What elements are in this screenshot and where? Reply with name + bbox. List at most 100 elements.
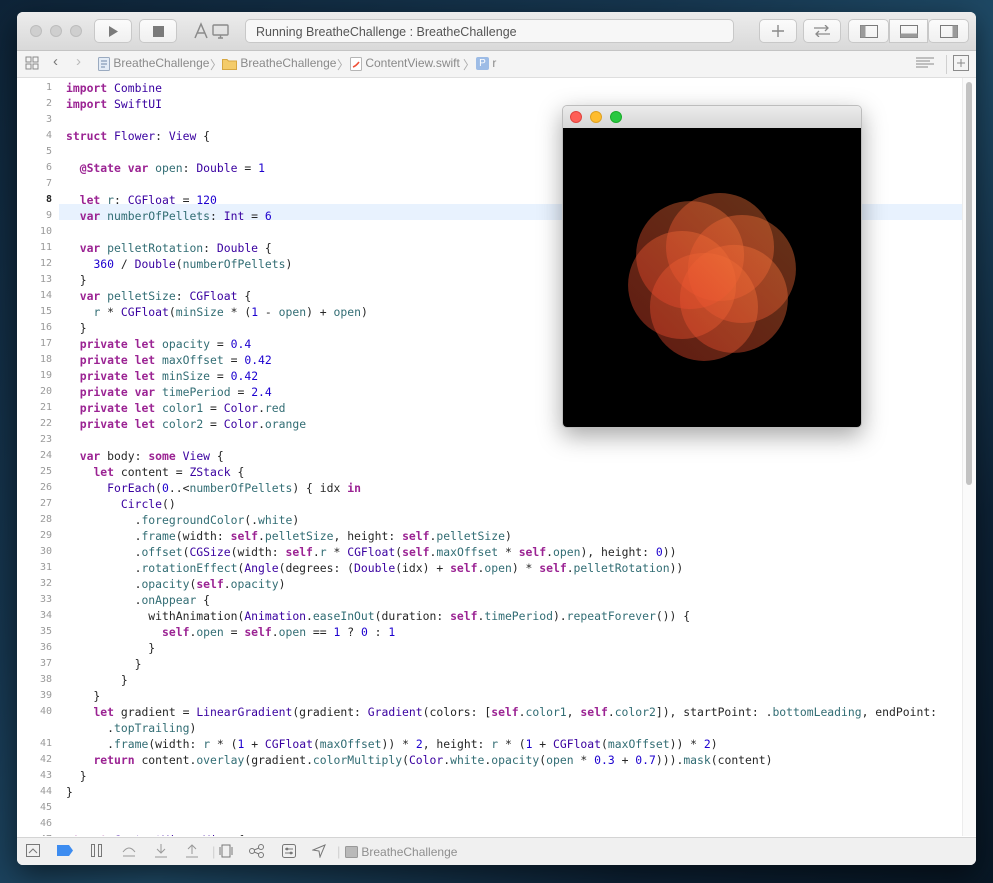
minimize-window-button[interactable] (590, 111, 602, 123)
editor-options-icon[interactable] (916, 56, 934, 73)
debug-target[interactable]: BreatheChallenge (345, 845, 457, 859)
related-items-icon[interactable] (25, 56, 39, 73)
line-number: 19 (39, 370, 52, 381)
run-button[interactable] (94, 19, 132, 43)
hide-debug-area-icon[interactable] (26, 844, 40, 860)
stop-button[interactable] (139, 19, 177, 43)
zoom-window-button[interactable] (610, 111, 622, 123)
navigator-toggle-button[interactable] (848, 19, 889, 43)
forward-arrow-icon[interactable]: › (76, 53, 81, 70)
code-line[interactable]: .rotationEffect(Angle(degrees: (Double(i… (66, 560, 684, 576)
line-number: 43 (39, 770, 52, 781)
scrollbar-thumb[interactable] (966, 82, 972, 485)
breadcrumb-project[interactable]: BreatheChallenge (98, 56, 209, 71)
line-number: 44 (39, 786, 52, 797)
project-file-icon (98, 56, 110, 71)
minimize-window-button[interactable] (50, 25, 62, 37)
line-number: 30 (39, 546, 52, 557)
code-line[interactable]: } (66, 320, 87, 336)
code-line[interactable]: .frame(width: r * (1 + CGFloat(maxOffset… (66, 736, 717, 752)
line-number: 29 (39, 530, 52, 541)
code-line[interactable]: } (66, 672, 128, 688)
line-number: 39 (39, 690, 52, 701)
line-number: 15 (39, 306, 52, 317)
code-line[interactable]: return content.overlay(gradient.colorMul… (66, 752, 772, 768)
code-line[interactable]: .offset(CGSize(width: self.r * CGFloat(s… (66, 544, 677, 560)
step-out-icon[interactable] (185, 844, 199, 861)
library-button[interactable] (759, 19, 797, 43)
line-number: 36 (39, 642, 52, 653)
code-line[interactable]: var body: some View { (66, 448, 224, 464)
add-editor-icon[interactable] (946, 55, 969, 74)
breadcrumb-separator: 〉 (210, 58, 223, 72)
line-number: 31 (39, 562, 52, 573)
code-line[interactable]: private let color2 = Color.orange (66, 416, 306, 432)
code-line[interactable]: ForEach(0..<numberOfPellets) { idx in (66, 480, 361, 496)
code-line[interactable]: self.open = self.open == 1 ? 0 : 1 (66, 624, 395, 640)
activity-status: Running BreatheChallenge : BreatheChalle… (245, 19, 734, 43)
breadcrumb-file[interactable]: ContentView.swift (350, 56, 460, 71)
environment-overrides-icon[interactable] (282, 844, 296, 861)
line-number: 17 (39, 338, 52, 349)
code-line[interactable]: .foregroundColor(.white) (66, 512, 300, 528)
code-line[interactable]: var pelletSize: CGFloat { (66, 288, 251, 304)
line-number: 46 (39, 818, 52, 829)
code-line[interactable]: } (66, 656, 142, 672)
code-line[interactable]: } (66, 768, 87, 784)
back-arrow-icon[interactable]: ‹ (53, 53, 58, 70)
code-line[interactable]: } (66, 688, 100, 704)
code-line[interactable]: private let color1 = Color.red (66, 400, 286, 416)
code-line[interactable]: 360 / Double(numberOfPellets) (66, 256, 292, 272)
simulator-title-bar[interactable] (563, 106, 861, 129)
zoom-window-button[interactable] (70, 25, 82, 37)
memory-graph-icon[interactable] (249, 844, 265, 861)
code-line[interactable]: let gradient = LinearGradient(gradient: … (66, 704, 937, 720)
code-line[interactable]: private let opacity = 0.4 (66, 336, 251, 352)
line-number: 25 (39, 466, 52, 477)
pause-icon[interactable] (91, 844, 103, 860)
code-line[interactable]: } (66, 784, 73, 800)
code-line[interactable]: var numberOfPellets: Int = 6 (66, 208, 272, 224)
code-line[interactable]: import SwiftUI (66, 96, 162, 112)
code-line[interactable]: let content = ZStack { (66, 464, 244, 480)
breakpoints-toggle-icon[interactable] (57, 844, 73, 859)
code-line[interactable]: .onAppear { (66, 592, 210, 608)
code-line[interactable]: withAnimation(Animation.easeInOut(durati… (66, 608, 690, 624)
close-window-button[interactable] (570, 111, 582, 123)
view-debugger-icon[interactable] (219, 844, 233, 861)
scheme-selector[interactable] (185, 19, 237, 43)
code-line[interactable]: private var timePeriod = 2.4 (66, 384, 272, 400)
code-line[interactable]: struct ContentView: View { (66, 832, 244, 836)
code-line[interactable]: @State var open: Double = 1 (66, 160, 265, 176)
breadcrumb-symbol[interactable]: P r (476, 56, 496, 71)
code-line[interactable]: } (66, 640, 155, 656)
code-line[interactable]: private let minSize = 0.42 (66, 368, 258, 384)
breadcrumb-group[interactable]: BreatheChallenge (222, 56, 336, 70)
code-line[interactable]: .topTrailing) (66, 720, 196, 736)
code-line[interactable]: private let maxOffset = 0.42 (66, 352, 272, 368)
close-window-button[interactable] (30, 25, 42, 37)
line-number: 1 (45, 82, 52, 93)
simulator-screen[interactable] (563, 128, 861, 427)
line-number: 32 (39, 578, 52, 589)
code-line[interactable]: import Combine (66, 80, 162, 96)
code-line[interactable]: r * CGFloat(minSize * (1 - open) + open) (66, 304, 367, 320)
breadcrumb-separator: 〉 (463, 58, 476, 72)
code-line[interactable]: struct Flower: View { (66, 128, 210, 144)
line-number: 5 (45, 146, 52, 157)
simulate-location-icon[interactable] (311, 844, 326, 861)
debug-area-toggle-button[interactable] (889, 19, 928, 43)
code-line[interactable]: let r: CGFloat = 120 (66, 192, 217, 208)
inspector-toggle-button[interactable] (928, 19, 969, 43)
code-line[interactable]: .frame(width: self.pelletSize, height: s… (66, 528, 512, 544)
code-review-button[interactable] (803, 19, 841, 43)
step-into-icon[interactable] (154, 844, 168, 861)
code-line[interactable]: .opacity(self.opacity) (66, 576, 286, 592)
code-line[interactable]: var pelletRotation: Double { (66, 240, 272, 256)
line-number: 26 (39, 482, 52, 493)
step-over-icon[interactable] (121, 844, 137, 860)
simulator-window[interactable] (562, 105, 862, 428)
code-line[interactable]: Circle() (66, 496, 176, 512)
code-line[interactable]: } (66, 272, 87, 288)
app-target-icon (345, 846, 358, 858)
